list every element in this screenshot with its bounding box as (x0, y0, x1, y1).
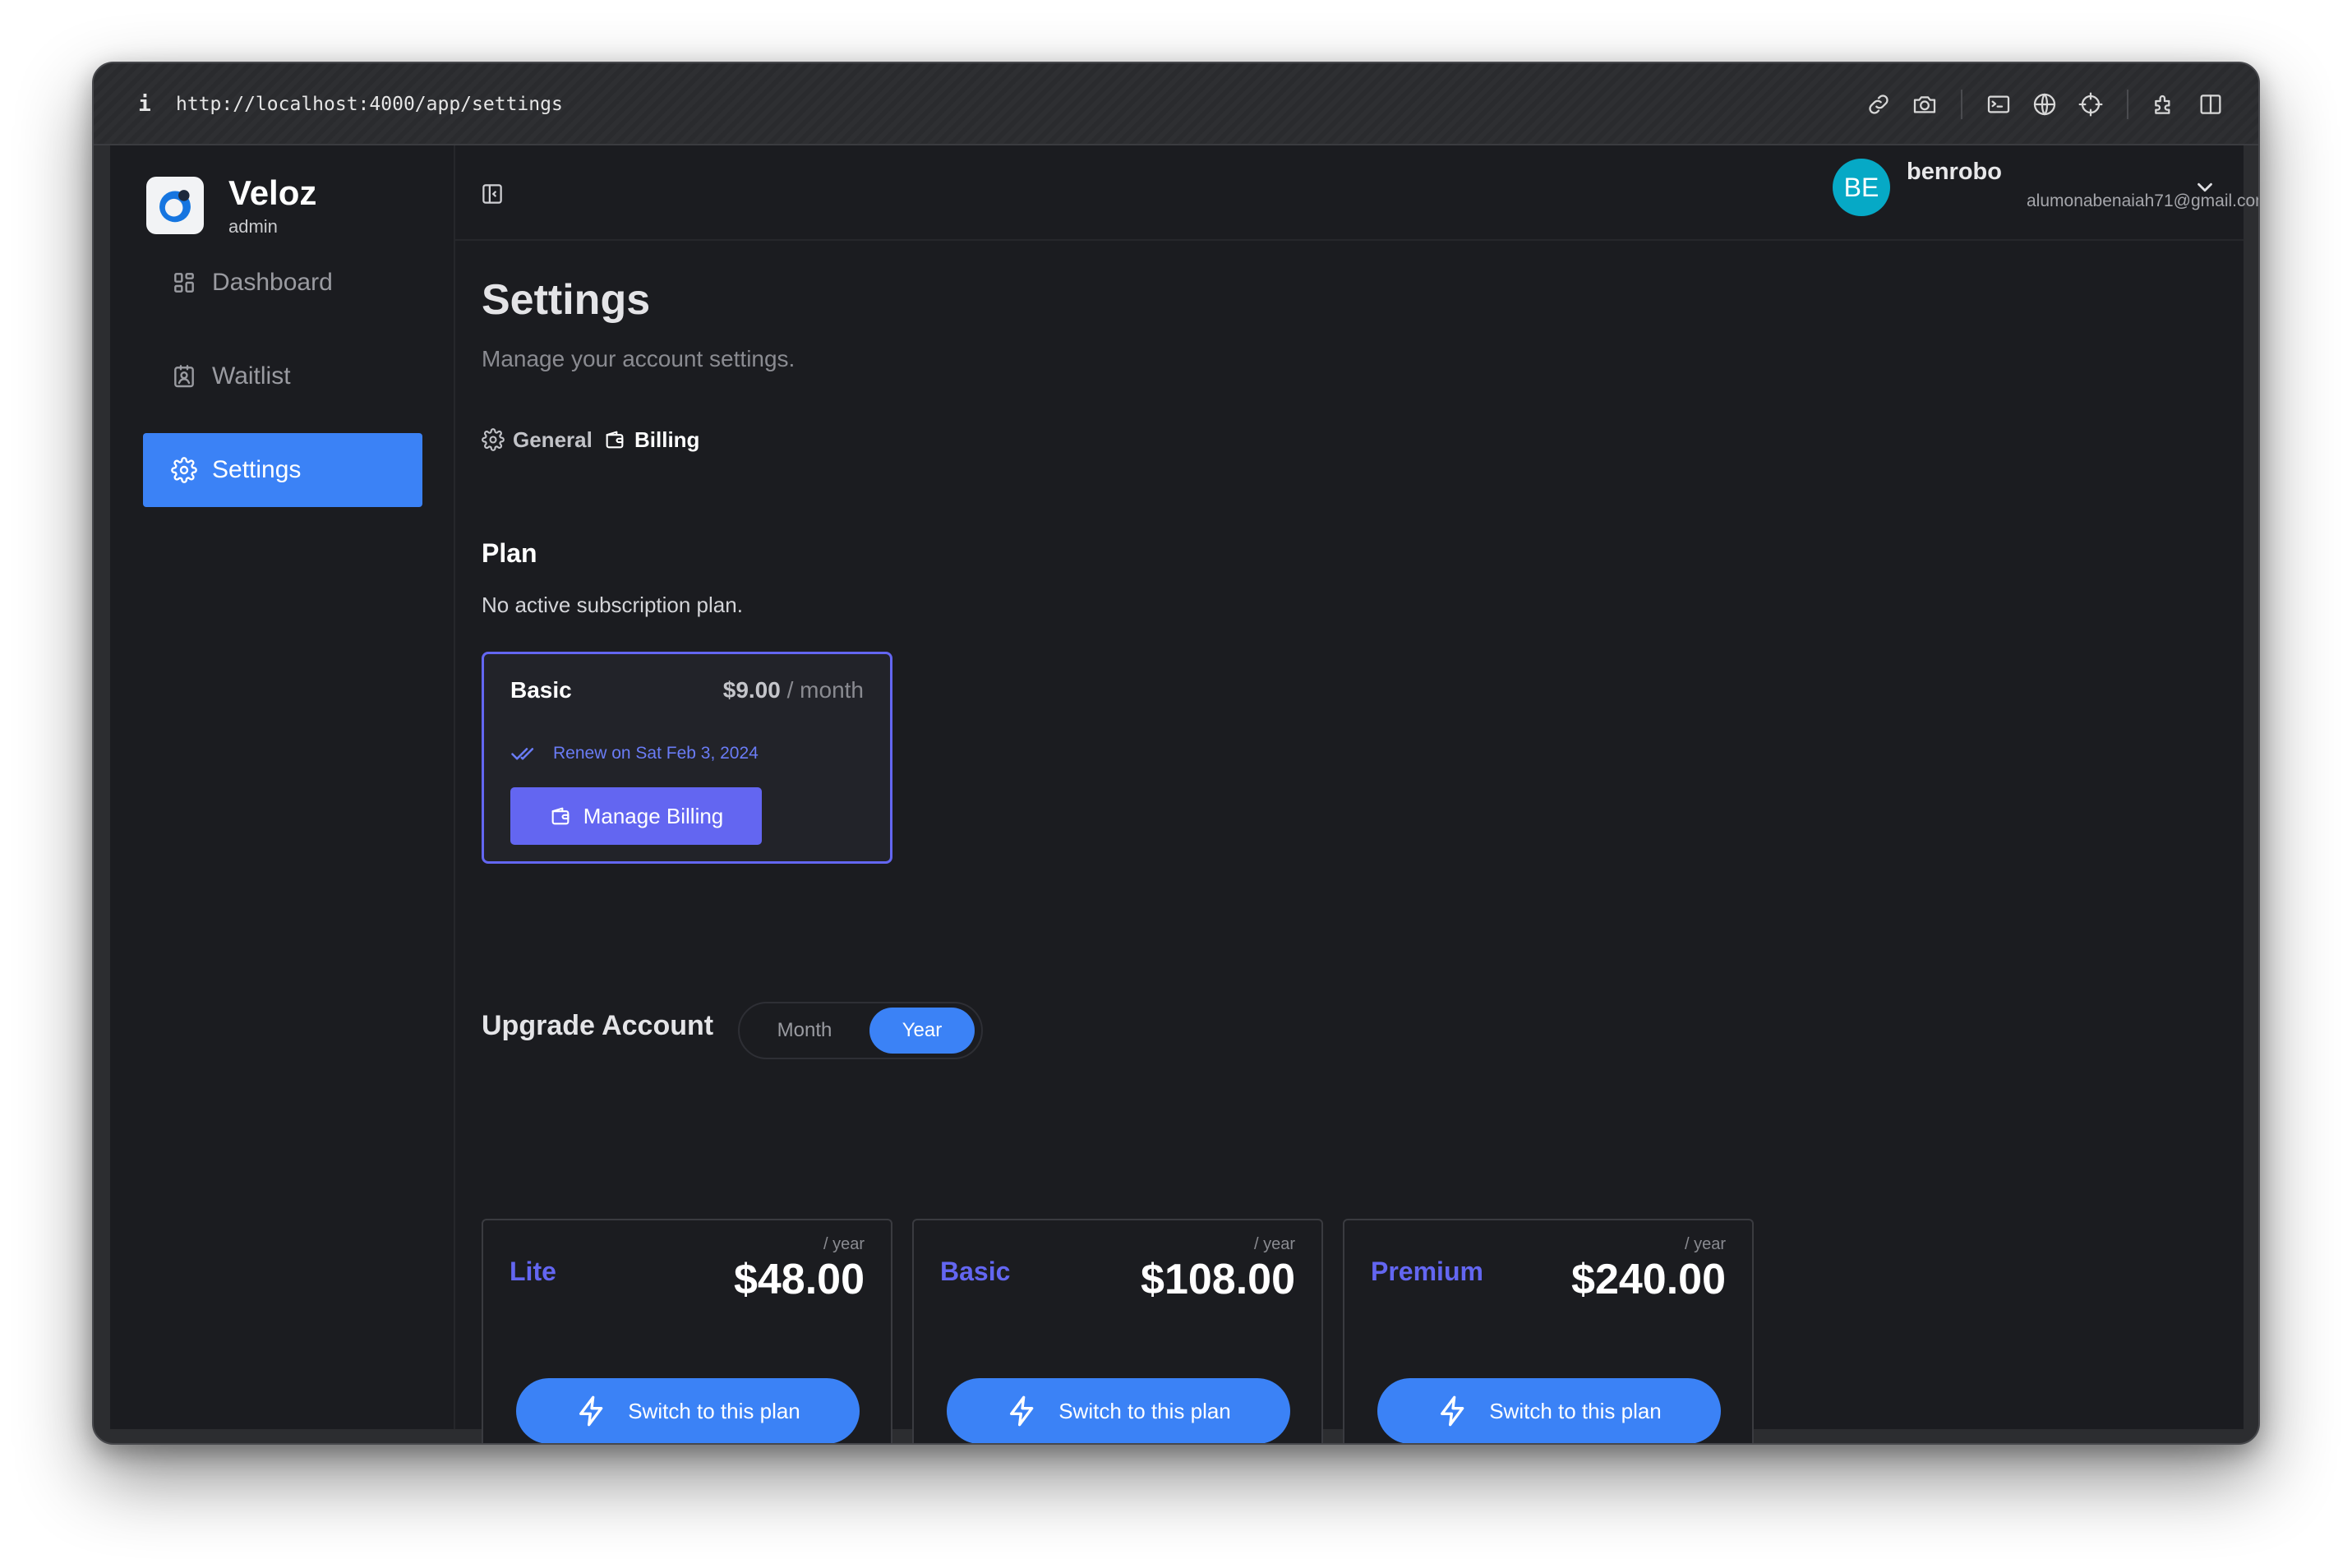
current-plan-name: Basic (510, 677, 572, 703)
split-view-icon[interactable] (2193, 86, 2229, 122)
browser-window: i http://localhost:4000/app/settings Vel… (92, 62, 2260, 1445)
sidebar-item-label: Dashboard (212, 269, 333, 296)
toolbar-divider (2127, 90, 2128, 119)
current-plan-amount: $9.00 (722, 677, 781, 703)
veloz-logo-icon (159, 190, 191, 223)
billing-period-toggle: Month Year (738, 1002, 983, 1059)
id-badge-icon (174, 365, 194, 388)
plan-card-premium: Premium / year $240.00 Switch to this pl… (1343, 1219, 1754, 1443)
renew-info: Renew on Sat Feb 3, 2024 (510, 741, 759, 766)
manage-billing-label: Manage Billing (583, 803, 724, 828)
page-subtitle: Manage your account settings. (482, 346, 796, 371)
terminal-icon[interactable] (1981, 86, 2017, 122)
brand-name: Veloz (228, 173, 317, 212)
app-root: Veloz admin Dashboard Waitlist Settings … (110, 145, 2258, 1443)
sidebar-item-waitlist[interactable]: Waitlist (143, 339, 422, 413)
sidebar-item-label: Waitlist (212, 362, 291, 390)
dashboard-grid-icon (174, 273, 194, 293)
current-plan-period: month (800, 677, 864, 703)
plan-price: $108.00 (1141, 1256, 1295, 1303)
plan-card-lite: Lite / year $48.00 Switch to this plan (482, 1219, 892, 1443)
brand-role: admin (228, 216, 278, 237)
collapse-sidebar-button[interactable] (480, 182, 506, 208)
plan-price: $48.00 (733, 1256, 865, 1303)
upgrade-heading: Upgrade Account (482, 1010, 714, 1041)
current-plan-card: Basic $9.00 / month Renew on Sat Feb 3, … (482, 652, 892, 864)
switch-plan-button[interactable]: Switch to this plan (947, 1378, 1290, 1443)
chevron-down-icon (2198, 182, 2212, 192)
wallet-icon (551, 807, 570, 825)
plan-period: / year (1684, 1235, 1726, 1253)
plan-price: $240.00 (1571, 1256, 1726, 1303)
crosshair-icon[interactable] (2073, 86, 2109, 122)
toolbar-divider (1961, 90, 1962, 119)
sidebar-toggle-icon (482, 184, 502, 204)
sidebar: Veloz admin Dashboard Waitlist Settings (110, 145, 455, 1429)
browser-url-bar: i http://localhost:4000/app/settings (94, 63, 2258, 145)
avatar[interactable]: BE (1833, 159, 1890, 216)
sidebar-item-dashboard[interactable]: Dashboard (143, 246, 422, 320)
plan-period: / year (1253, 1235, 1295, 1253)
plan-status: No active subscription plan. (482, 593, 743, 617)
renew-date: Renew on Sat Feb 3, 2024 (553, 744, 759, 763)
extensions-icon[interactable] (2147, 86, 2183, 122)
switch-plan-button[interactable]: Switch to this plan (1377, 1378, 1721, 1443)
site-info-icon[interactable]: i (135, 90, 154, 119)
current-plan-price: $9.00 / month (723, 677, 864, 703)
sidebar-item-label: Settings (212, 456, 302, 483)
gear-icon (171, 457, 197, 483)
plan-name: Basic (940, 1257, 1011, 1286)
globe-icon[interactable] (2027, 86, 2063, 122)
plan-heading: Plan (482, 538, 537, 568)
manage-billing-button[interactable]: Manage Billing (510, 787, 762, 845)
browser-toolbar (1851, 86, 2229, 122)
plan-card-basic: Basic / year $108.00 Switch to this plan (912, 1219, 1323, 1443)
url-text[interactable]: http://localhost:4000/app/settings (176, 90, 563, 119)
plan-name: Lite (510, 1257, 556, 1286)
switch-plan-label: Switch to this plan (1058, 1398, 1231, 1423)
tab-label: General (513, 427, 593, 452)
camera-icon[interactable] (1907, 86, 1943, 122)
user-name: benrobo (1907, 159, 2002, 185)
toggle-month[interactable]: Month (745, 1008, 865, 1054)
toggle-year[interactable]: Year (869, 1008, 975, 1054)
lightning-icon (1441, 1395, 1464, 1427)
plan-period: / year (823, 1235, 865, 1253)
page-title: Settings (482, 276, 651, 324)
switch-plan-label: Switch to this plan (1489, 1398, 1662, 1423)
tab-label: Billing (634, 427, 700, 452)
gear-icon (482, 428, 505, 451)
wallet-icon (606, 431, 624, 449)
top-bar: BE benrobo alumonabenaiah71@gmail.com (455, 145, 2258, 241)
lightning-icon (579, 1395, 603, 1427)
link-icon[interactable] (1861, 86, 1897, 122)
plan-name: Premium (1371, 1257, 1483, 1286)
switch-plan-button[interactable]: Switch to this plan (516, 1378, 860, 1443)
lightning-icon (1010, 1395, 1034, 1427)
tab-billing[interactable]: Billing (603, 423, 699, 456)
double-check-icon (511, 748, 534, 760)
brand-logo[interactable] (146, 177, 204, 234)
price-separator: / (786, 677, 794, 703)
tab-general[interactable]: General (482, 423, 593, 456)
user-email: alumonabenaiah71@gmail.com (2027, 191, 2260, 210)
main-content: Settings Manage your account settings. G… (455, 241, 2244, 1443)
sidebar-item-settings[interactable]: Settings (143, 433, 422, 507)
switch-plan-label: Switch to this plan (628, 1398, 800, 1423)
user-menu-button[interactable] (2193, 175, 2217, 200)
